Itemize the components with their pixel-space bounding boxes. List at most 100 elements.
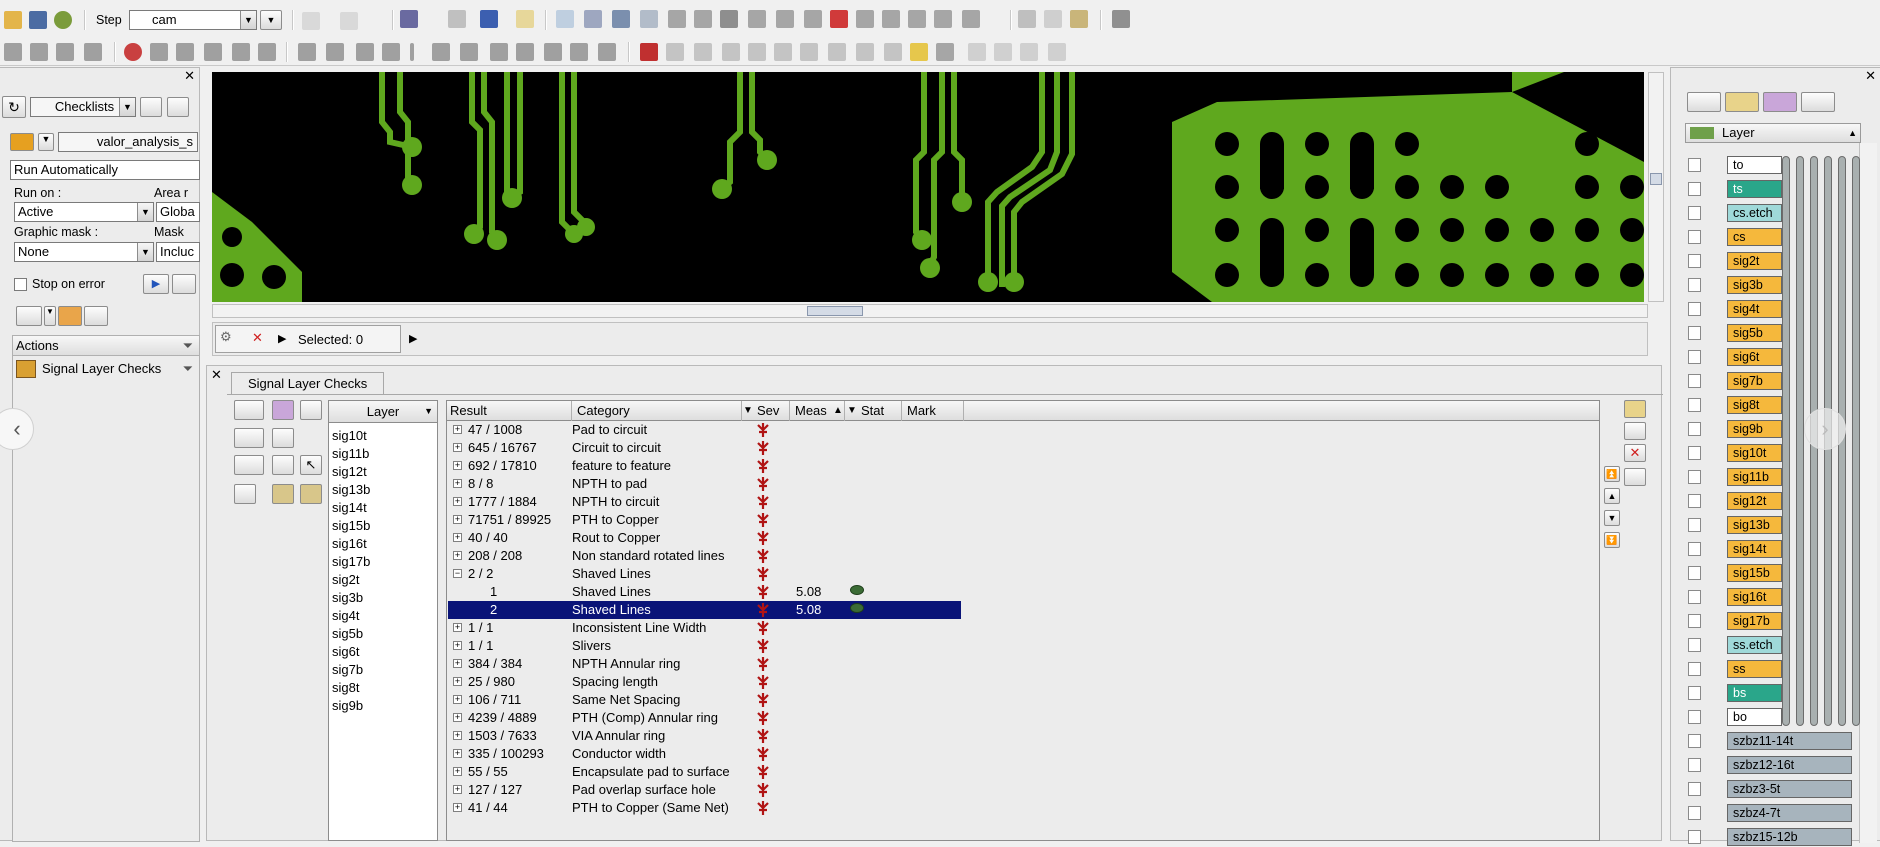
stop-button[interactable] xyxy=(172,274,196,294)
layer-chip[interactable]: cs xyxy=(1727,228,1782,246)
layer-visibility-checkbox[interactable] xyxy=(1688,662,1701,676)
funnel-icon[interactable]: ⏷ xyxy=(183,358,193,380)
expand-icon[interactable]: + xyxy=(453,533,462,542)
layer-visibility-checkbox[interactable] xyxy=(1688,278,1701,292)
result-row[interactable]: +1 / 1 Slivers xyxy=(448,637,961,655)
net-icon[interactable] xyxy=(856,43,874,61)
expand-icon[interactable]: + xyxy=(453,425,462,434)
expand-icon[interactable]: + xyxy=(453,461,462,470)
layer-visibility-checkbox[interactable] xyxy=(1688,518,1701,532)
redo-icon[interactable] xyxy=(340,12,358,30)
layer-row[interactable]: bs xyxy=(1688,683,1858,703)
expand-icon[interactable]: + xyxy=(453,479,462,488)
run-icon[interactable] xyxy=(448,10,466,28)
report-icon[interactable] xyxy=(516,10,534,28)
result-row[interactable]: +55 / 55 Encapsulate pad to surface xyxy=(448,763,961,781)
layer-visibility-checkbox[interactable] xyxy=(1688,830,1701,844)
tools-icon[interactable] xyxy=(936,43,954,61)
result-row[interactable]: +645 / 16767 Circuit to circuit xyxy=(448,439,961,457)
expand-icon[interactable]: + xyxy=(453,677,462,686)
box-icon[interactable] xyxy=(544,43,562,61)
grid-icon[interactable] xyxy=(720,10,738,28)
shape2-icon[interactable] xyxy=(994,43,1012,61)
layer-visibility-checkbox[interactable] xyxy=(1688,614,1701,628)
layer-visibility-checkbox[interactable] xyxy=(1688,206,1701,220)
assign-result-button[interactable] xyxy=(1624,468,1646,486)
snapshot-button[interactable] xyxy=(300,400,322,420)
funnel-icon[interactable]: ⏷ xyxy=(183,336,193,355)
shape-tool-button[interactable] xyxy=(234,484,256,504)
layer-chip[interactable]: sig17b xyxy=(1727,612,1782,630)
layer-visibility-checkbox[interactable] xyxy=(1688,374,1701,388)
panel-tab-4[interactable] xyxy=(1801,92,1835,112)
more-arrow-icon[interactable]: ▶ xyxy=(409,332,417,345)
layer-chip[interactable]: ss xyxy=(1727,660,1782,678)
layer-row[interactable]: szbz3-5t xyxy=(1688,779,1858,799)
layer-visibility-checkbox[interactable] xyxy=(1688,494,1701,508)
layer-row[interactable]: sig15b xyxy=(1688,563,1858,583)
layer-list-header[interactable]: Layer ▼ xyxy=(329,401,437,423)
close-icon[interactable]: ✕ xyxy=(211,367,222,383)
col-stat[interactable]: Stat xyxy=(861,401,884,421)
close-icon[interactable]: ✕ xyxy=(184,68,195,84)
unlock-icon[interactable] xyxy=(908,10,926,28)
cut-icon[interactable] xyxy=(1018,10,1036,28)
align-icon[interactable] xyxy=(326,43,344,61)
draw-line-icon[interactable] xyxy=(4,43,22,61)
layer-row[interactable]: sig12t xyxy=(1688,491,1858,511)
connect-icon[interactable] xyxy=(748,10,766,28)
add-pad-icon[interactable] xyxy=(30,43,48,61)
layer-chip[interactable]: sig10t xyxy=(1727,444,1782,462)
layer-chip[interactable]: sig2t xyxy=(1727,252,1782,270)
layer-row[interactable]: szbz11-14t xyxy=(1688,731,1858,751)
flash-icon[interactable] xyxy=(776,10,794,28)
severity-filter-button[interactable] xyxy=(58,306,82,326)
snap-end-icon[interactable] xyxy=(774,43,792,61)
expand-icon[interactable]: + xyxy=(453,695,462,704)
layer-visibility-checkbox[interactable] xyxy=(1688,542,1701,556)
layer-chip[interactable]: sig15b xyxy=(1727,564,1782,582)
stop-on-error-checkbox[interactable] xyxy=(14,278,27,291)
edit-result-button[interactable] xyxy=(1624,400,1646,418)
layer-list-item[interactable]: sig5b xyxy=(332,625,363,643)
expand-icon[interactable]: + xyxy=(453,641,462,650)
snap-edge-icon[interactable] xyxy=(722,43,740,61)
action-item[interactable]: Signal Layer Checks ⏷ xyxy=(13,358,199,380)
result-row[interactable]: +106 / 711 Same Net Spacing xyxy=(448,691,961,709)
lock-icon[interactable] xyxy=(882,10,900,28)
mask-select[interactable]: Incluc xyxy=(156,242,200,262)
scroll-thumb[interactable] xyxy=(807,306,863,316)
col-sev-filter-icon[interactable]: ▼ xyxy=(743,401,753,421)
layer-chip[interactable]: sig5b xyxy=(1727,324,1782,342)
layer-row[interactable]: ss.etch xyxy=(1688,635,1858,655)
panel-tab-3[interactable] xyxy=(1763,92,1797,112)
layer-visibility-checkbox[interactable] xyxy=(1688,254,1701,268)
route-icon[interactable] xyxy=(694,10,712,28)
collapse-right-button[interactable]: › xyxy=(1804,408,1846,450)
layer-list-item[interactable]: sig13b xyxy=(332,481,370,499)
layer-chip[interactable]: ts xyxy=(1727,180,1782,198)
expand-icon[interactable]: + xyxy=(453,659,462,668)
play-icon[interactable] xyxy=(480,10,498,28)
layer-list-item[interactable]: sig7b xyxy=(332,661,363,679)
layer-visibility-checkbox[interactable] xyxy=(1688,158,1701,172)
shape3-icon[interactable] xyxy=(1020,43,1038,61)
layer-chip[interactable]: sig14t xyxy=(1727,540,1782,558)
layer-visibility-checkbox[interactable] xyxy=(1688,734,1701,748)
layer-visibility-checkbox[interactable] xyxy=(1688,350,1701,364)
compare-tool-button[interactable] xyxy=(272,400,294,420)
add-text-icon[interactable] xyxy=(56,43,74,61)
layer-visibility-checkbox[interactable] xyxy=(1688,302,1701,316)
layer-row[interactable]: sig14t xyxy=(1688,539,1858,559)
expand-icon[interactable]: + xyxy=(453,803,462,812)
layer-visibility-checkbox[interactable] xyxy=(1688,446,1701,460)
checklist-name-field[interactable]: valor_analysis_s xyxy=(58,132,198,152)
layer-chip[interactable]: szbz12-16t xyxy=(1727,756,1852,774)
expand-icon[interactable]: + xyxy=(453,731,462,740)
graphic-canvas[interactable] xyxy=(212,72,1644,302)
layer-visibility-checkbox[interactable] xyxy=(1688,806,1701,820)
prev-button[interactable]: ▲ xyxy=(1604,488,1620,504)
layer-row[interactable]: sig13b xyxy=(1688,515,1858,535)
severity-button[interactable] xyxy=(272,428,294,448)
result-row[interactable]: +384 / 384 NPTH Annular ring xyxy=(448,655,961,673)
